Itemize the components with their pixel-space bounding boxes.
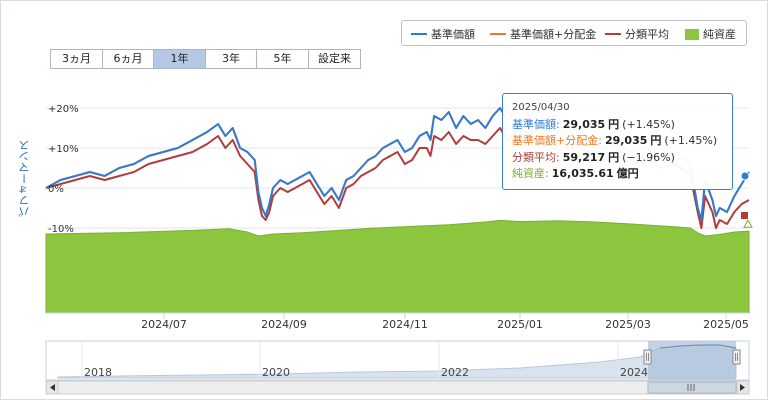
tooltip-unit: 円 bbox=[608, 117, 620, 131]
y-tick-label: +10% bbox=[48, 144, 79, 155]
x-tick-labels: 2024/07 2024/09 2024/11 2025/01 2025/03 2025/… bbox=[46, 312, 749, 331]
performance-chart: +20% +10% 0% -10% 2024/07 2024/09 2024/11 2025… bbox=[0, 0, 768, 400]
tooltip-unit: 億円 bbox=[616, 167, 639, 180]
y-axis-title: パフォーマンス bbox=[18, 140, 31, 217]
tooltip-row: 純資産: 16,035.61 億円 bbox=[512, 166, 732, 183]
tooltip-value: 29,035 bbox=[562, 117, 606, 131]
scroll-right-arrow[interactable] bbox=[736, 380, 750, 395]
x-tick-label: 2025/03 bbox=[605, 318, 651, 331]
tooltip-label: 基準価額: bbox=[512, 117, 560, 131]
navigator-year-label: 2024 bbox=[620, 366, 648, 379]
tooltip-change: (+1.45%) bbox=[622, 117, 675, 131]
marker-category-average bbox=[741, 212, 748, 219]
navigator-year-label: 2018 bbox=[84, 366, 112, 379]
navigator-handle-right[interactable] bbox=[732, 349, 741, 365]
tooltip-unit: 円 bbox=[608, 150, 620, 164]
navigator-handle-left-grip bbox=[643, 349, 652, 365]
scrollbar-track[interactable] bbox=[45, 380, 750, 395]
tooltip-value: 59,217 bbox=[562, 150, 606, 164]
navigator-year-label: 2020 bbox=[262, 366, 290, 379]
tooltip-label: 基準価額+分配金: bbox=[512, 134, 602, 147]
x-tick-label: 2024/07 bbox=[141, 318, 187, 331]
tooltip-label: 純資産: bbox=[512, 167, 549, 180]
tooltip-row: 基準価額+分配金: 29,035 円 (+1.45%) bbox=[512, 133, 732, 150]
tooltip-date: 2025/04/30 bbox=[512, 102, 570, 113]
y-tick-label: +20% bbox=[48, 104, 79, 115]
tooltip-change: (+1.45%) bbox=[664, 134, 718, 147]
tooltip-unit: 円 bbox=[650, 134, 662, 147]
x-tick-label: 2024/11 bbox=[382, 318, 428, 331]
tooltip-value: 16,035.61 bbox=[551, 167, 614, 180]
marker-base-price bbox=[740, 171, 750, 181]
tooltip-change: (−1.96%) bbox=[622, 150, 675, 164]
x-tick-label: 2025/05 bbox=[703, 318, 749, 331]
navigator-handle-right-grip bbox=[732, 349, 741, 365]
net-assets-area-layer bbox=[45, 219, 750, 314]
scrollbar-thumb[interactable] bbox=[647, 381, 737, 394]
net-assets-area bbox=[45, 219, 750, 314]
x-tick-label: 2025/01 bbox=[497, 318, 543, 331]
navigator-handle-left[interactable] bbox=[643, 349, 652, 365]
scroll-left-arrow[interactable] bbox=[45, 380, 59, 395]
tooltip-value: 29,035 bbox=[604, 134, 648, 147]
tooltip-row: 基準価額: 29,035 円 (+1.45%) bbox=[512, 117, 732, 134]
y-tick-label: -10% bbox=[48, 224, 74, 235]
x-tick-label: 2024/09 bbox=[261, 318, 307, 331]
y-tick-label: 0% bbox=[48, 184, 64, 195]
hover-tooltip: 2025/04/30 基準価額: 29,035 円 (+1.45%) 基準価額+分配金:… bbox=[502, 93, 733, 190]
navigator-selection[interactable] bbox=[648, 341, 736, 380]
tooltip-row: 分類平均: 59,217 円 (−1.96%) bbox=[512, 150, 732, 167]
tooltip-label: 分類平均: bbox=[512, 150, 560, 164]
navigator-year-label: 2022 bbox=[441, 366, 469, 379]
